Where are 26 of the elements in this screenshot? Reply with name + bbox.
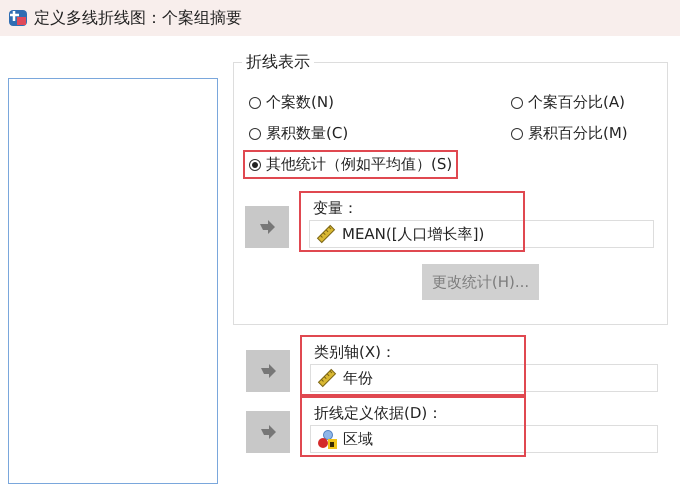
arrow-icon	[259, 423, 277, 441]
move-button[interactable]	[246, 350, 290, 392]
radio-button[interactable]	[511, 96, 523, 108]
field-label: 变量：	[312, 199, 359, 218]
window-title: 定义多线折线图：个案组摘要	[34, 8, 242, 28]
radio-button[interactable]	[249, 128, 261, 140]
arrow-icon	[259, 362, 277, 380]
arrow-icon	[258, 218, 276, 236]
category-balls-icon	[317, 429, 337, 449]
variable-field[interactable]: 区域	[310, 425, 658, 453]
move-button[interactable]	[246, 411, 290, 453]
field-label: 折线定义依据(D)：	[313, 404, 444, 423]
app-icon	[8, 8, 28, 28]
radio-button[interactable]	[249, 96, 261, 108]
radio-label[interactable]: 其他统计（例如平均值）(S)	[266, 155, 452, 174]
radio-label[interactable]: 累积数量(C)	[266, 124, 348, 143]
variable-field[interactable]: 年份	[310, 364, 658, 392]
radio-button[interactable]	[511, 128, 523, 140]
radio-label[interactable]: 个案数(N)	[266, 93, 334, 112]
radio-label[interactable]: 累积百分比(M)	[528, 124, 628, 143]
group-title: 折线表示	[242, 52, 314, 72]
field-label: 类别轴(X)：	[313, 343, 397, 362]
radio-button[interactable]	[249, 158, 261, 170]
move-button[interactable]	[245, 206, 289, 248]
variable-field[interactable]: MEAN([人口增长率])	[309, 220, 654, 248]
radio-label[interactable]: 个案百分比(A)	[528, 93, 625, 112]
